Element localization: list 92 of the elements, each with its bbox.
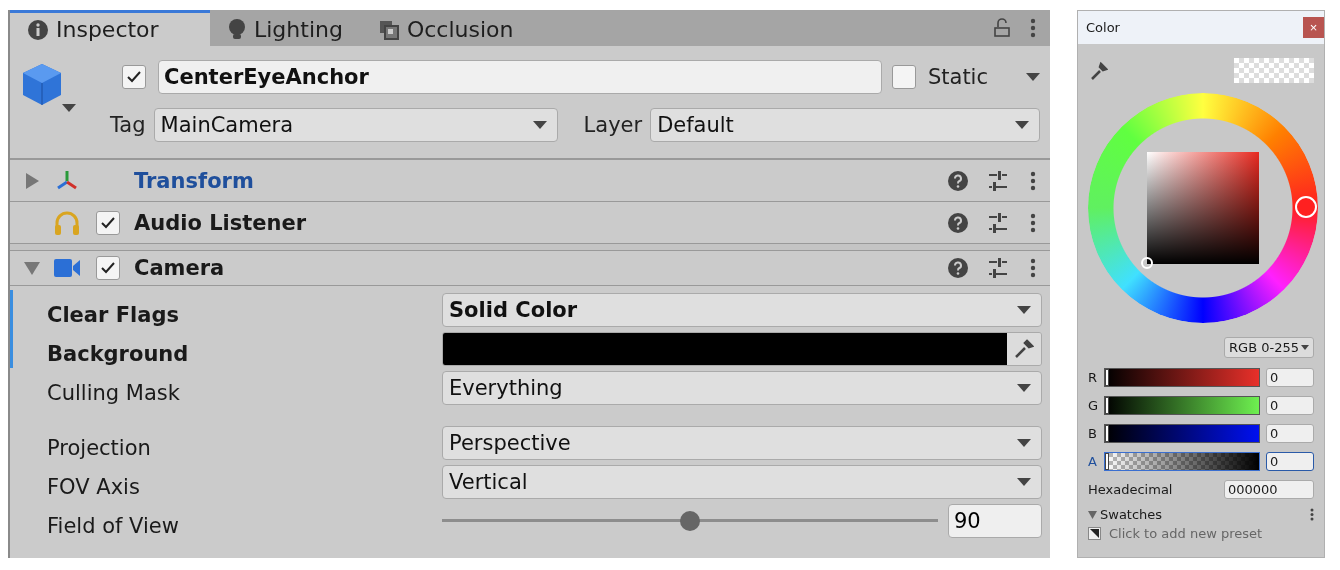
caret-icon	[1301, 345, 1309, 350]
more-icon[interactable]	[1310, 508, 1314, 521]
caret-icon	[1017, 439, 1031, 447]
lock-icon[interactable]	[994, 18, 1010, 38]
caret-icon	[1017, 478, 1031, 486]
bulb-icon	[228, 18, 246, 41]
channel-label: B	[1088, 425, 1098, 441]
property-label: Culling Mask	[47, 381, 181, 405]
check-icon	[126, 70, 142, 84]
channel-label: R	[1088, 369, 1098, 385]
property-label: Projection	[47, 436, 152, 460]
sliders-icon[interactable]	[988, 212, 1008, 233]
name-field[interactable]: CenterEyeAnchor	[158, 60, 882, 94]
preset-icon[interactable]	[1088, 527, 1101, 540]
property-label: Background	[47, 342, 190, 366]
swatches-toggle[interactable]: Swatches	[1088, 507, 1163, 522]
channel-field[interactable]: 0	[1266, 367, 1314, 387]
static-label: Static	[927, 65, 988, 89]
check-icon	[100, 215, 116, 230]
component-name: Camera	[134, 255, 226, 280]
component-name: Audio Listener	[134, 210, 308, 235]
property-dropdown[interactable]: Vertical	[442, 465, 1042, 499]
property-dropdown[interactable]: Solid Color	[442, 293, 1042, 327]
property-dropdown[interactable]: Everything	[442, 371, 1042, 405]
cube-icon[interactable]	[22, 64, 78, 112]
preset-hint[interactable]: Click to add new preset	[1109, 526, 1263, 541]
tab[interactable]: Occlusion	[360, 10, 532, 46]
mode-dropdown[interactable]: RGB 0-255	[1224, 337, 1314, 358]
component-header[interactable]: Camera	[10, 244, 1050, 286]
more-icon[interactable]	[1030, 257, 1036, 278]
info-icon	[28, 19, 48, 40]
help-icon[interactable]	[948, 212, 968, 233]
checkbox[interactable]	[891, 65, 916, 89]
channel-label: A	[1088, 453, 1098, 469]
component-name: Transform	[134, 168, 255, 193]
occlusion-icon	[378, 19, 399, 40]
component-header[interactable]: Transform	[10, 160, 1050, 202]
tag-label: Tag	[110, 113, 146, 137]
caret-icon	[1088, 510, 1097, 519]
help-icon[interactable]	[948, 170, 968, 191]
layer-label: Layer	[583, 113, 643, 137]
component-header[interactable]: Audio Listener	[10, 202, 1050, 244]
expanded-arrow-icon[interactable]	[24, 259, 40, 276]
channel-slider[interactable]	[1104, 395, 1260, 415]
caret-icon	[1017, 306, 1031, 314]
slider-thumb[interactable]	[1105, 396, 1109, 414]
color-field[interactable]	[442, 332, 1042, 366]
caret-icon	[1026, 73, 1040, 81]
more-icon[interactable]	[1030, 170, 1036, 191]
close-button[interactable]: ×	[1303, 17, 1324, 38]
check-icon	[100, 260, 116, 275]
color-handle[interactable]	[1141, 257, 1153, 269]
slider-thumb[interactable]	[680, 511, 700, 531]
hex-label: Hexadecimal	[1088, 482, 1173, 497]
tab[interactable]: Lighting	[210, 10, 361, 46]
collapsed-arrow-icon[interactable]	[24, 172, 40, 189]
channel-slider[interactable]	[1104, 451, 1260, 471]
channel-field[interactable]: 0	[1266, 451, 1314, 471]
sliders-icon[interactable]	[988, 170, 1008, 191]
sliders-icon[interactable]	[988, 257, 1008, 278]
headphones-icon	[54, 209, 80, 236]
saturation-value-square[interactable]	[1147, 152, 1259, 264]
checkbox[interactable]	[96, 255, 120, 280]
property-label: FOV Axis	[47, 475, 141, 499]
tab[interactable]: Inspector	[10, 10, 210, 46]
eyedropper-icon[interactable]	[1090, 60, 1108, 81]
tag-dropdown[interactable]: MainCamera	[153, 108, 558, 142]
eyedropper-icon[interactable]	[1014, 339, 1034, 359]
slider-thumb[interactable]	[1105, 452, 1109, 470]
checkbox[interactable]	[122, 65, 146, 89]
number-field[interactable]: 90	[948, 504, 1042, 538]
more-icon[interactable]	[1030, 212, 1036, 233]
channel-field[interactable]: 0	[1266, 423, 1314, 443]
video-camera-icon	[54, 258, 80, 277]
channel-label: G	[1088, 397, 1098, 413]
property-label: Field of View	[47, 514, 180, 538]
caret-icon	[1017, 384, 1031, 392]
layer-dropdown[interactable]: Default	[650, 108, 1040, 142]
caret-icon	[1015, 121, 1029, 129]
channel-slider[interactable]	[1104, 423, 1260, 443]
slider-thumb[interactable]	[1105, 424, 1109, 442]
channel-slider[interactable]	[1104, 367, 1260, 387]
slider-thumb[interactable]	[1105, 368, 1109, 386]
property-label: Clear Flags	[47, 303, 180, 327]
help-icon[interactable]	[948, 257, 968, 278]
channel-field[interactable]: 0	[1266, 395, 1314, 415]
caret-icon	[532, 121, 547, 129]
checkbox[interactable]	[96, 210, 120, 235]
hex-field[interactable]: 000000	[1224, 480, 1314, 499]
more-icon[interactable]	[1030, 18, 1036, 38]
property-dropdown[interactable]: Perspective	[442, 426, 1042, 460]
window-title: Color	[1086, 20, 1120, 35]
